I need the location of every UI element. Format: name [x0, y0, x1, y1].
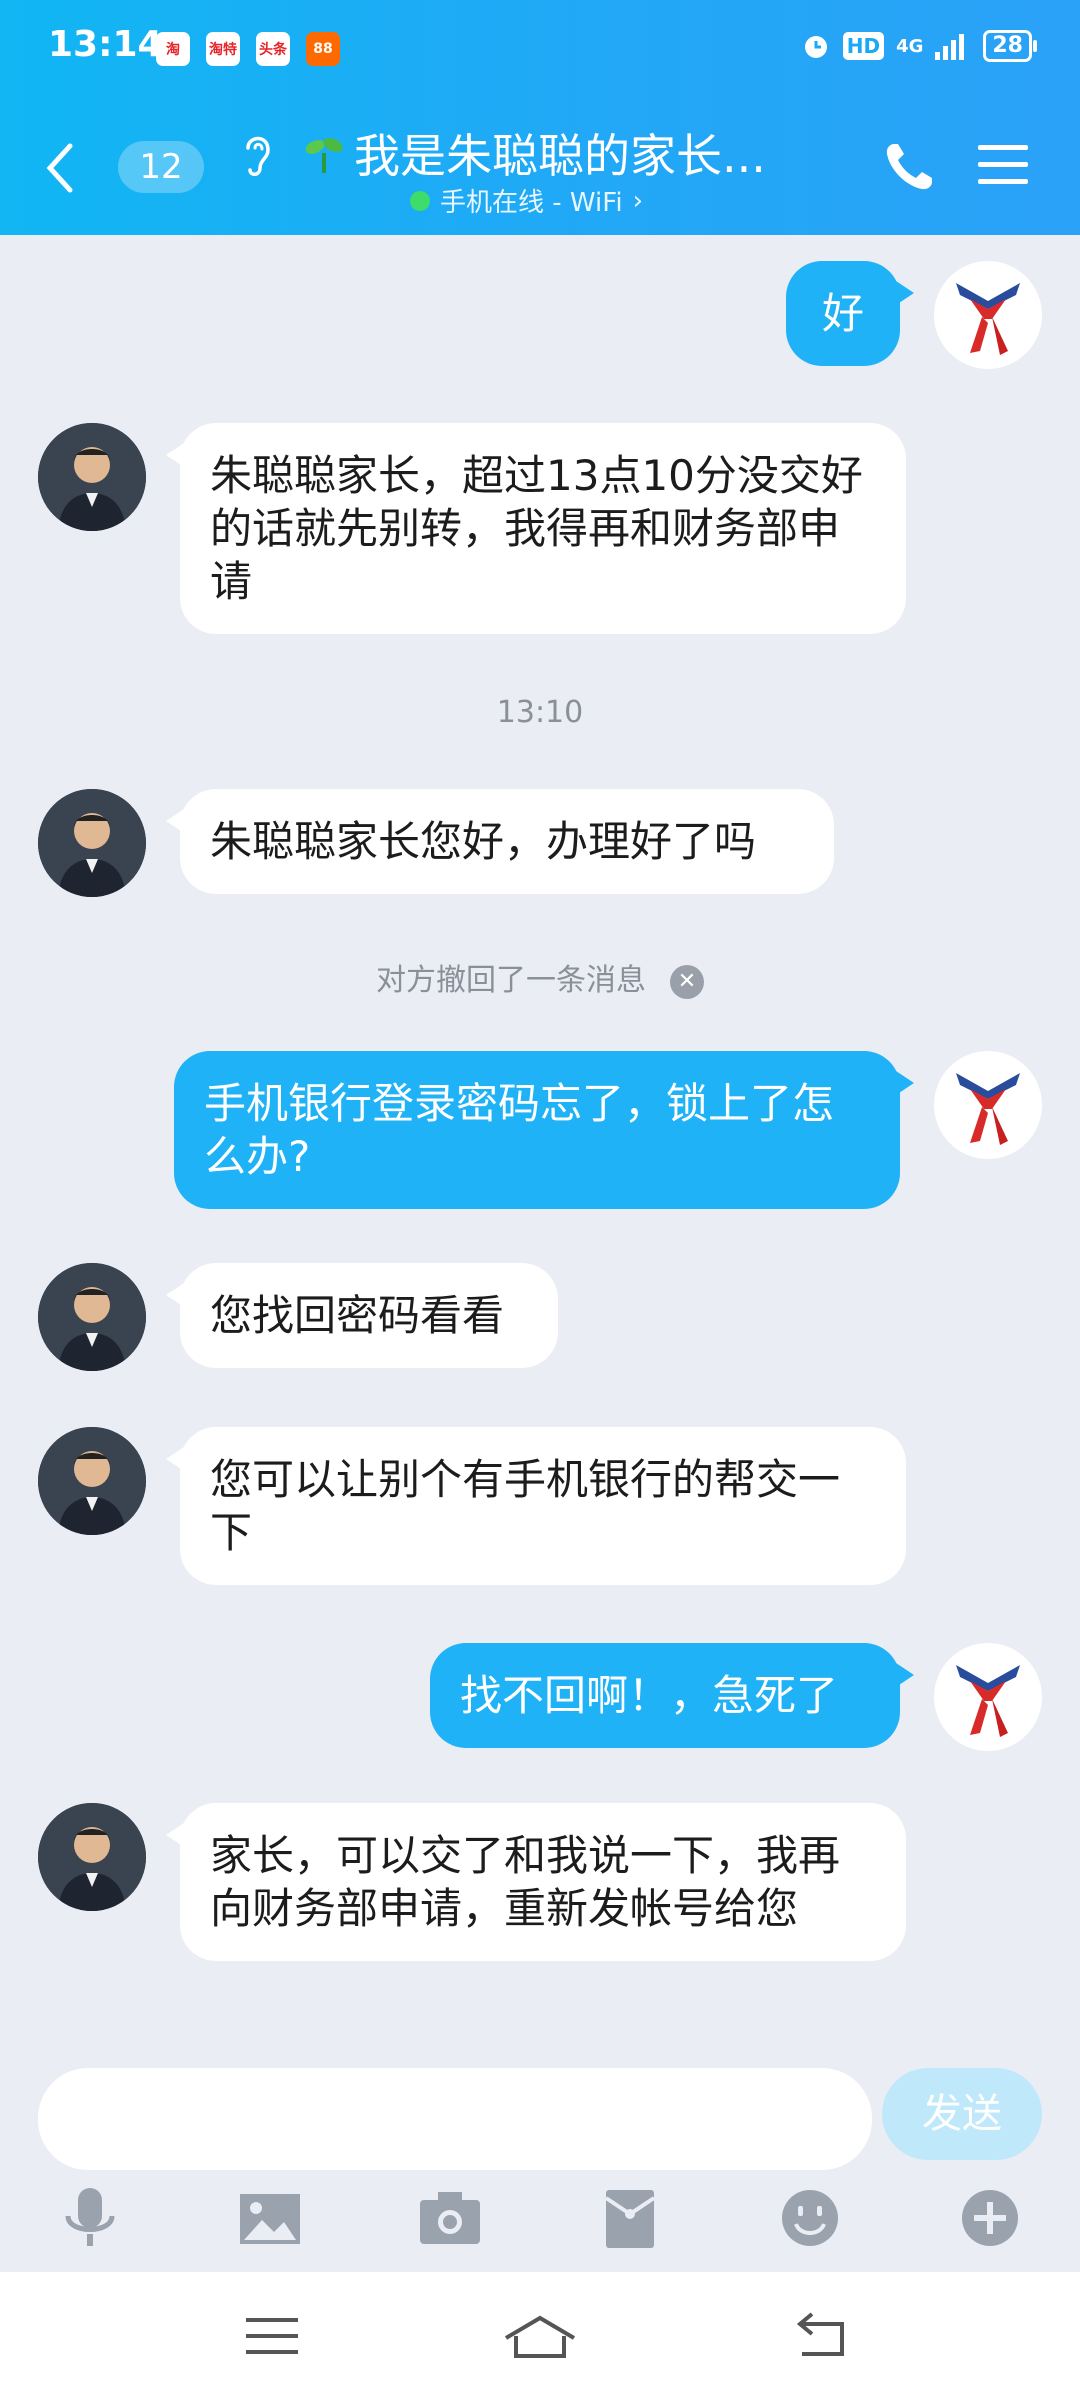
message-bubble-out[interactable]: 好 [786, 261, 914, 366]
recalled-message-text: 对方撤回了一条消息 [376, 963, 646, 998]
message-bubble-in[interactable]: 朱聪聪家长您好，办理好了吗 [166, 789, 834, 894]
image-icon[interactable] [238, 2184, 302, 2254]
my-avatar[interactable] [934, 261, 1042, 369]
message-bubble-in[interactable]: 家长，可以交了和我说一下，我再向财务部申请，重新发帐号给您 [166, 1803, 906, 1961]
teacher-photo-icon [38, 423, 146, 531]
microphone-icon[interactable] [58, 2184, 122, 2254]
red-scarf-avatar-icon [956, 1073, 1020, 1145]
signal-icon [935, 34, 965, 60]
app-88-icon: 88 [306, 32, 340, 66]
sprout-icon [305, 138, 343, 173]
message-bubble-in[interactable]: 您可以让别个有手机银行的帮交一下 [166, 1427, 906, 1585]
menu-button[interactable] [976, 142, 1030, 188]
close-icon[interactable]: ✕ [670, 964, 704, 999]
recalled-message-note: 对方撤回了一条消息 ✕ [0, 955, 1080, 999]
contact-avatar[interactable] [38, 1803, 146, 1911]
message-bubble-out[interactable]: 手机银行登录密码忘了，锁上了怎么办? [174, 1051, 914, 1209]
contact-avatar[interactable] [38, 1427, 146, 1535]
back-button[interactable] [40, 138, 80, 198]
plus-icon[interactable] [958, 2184, 1022, 2254]
red-packet-icon[interactable] [598, 2184, 662, 2254]
message-input[interactable] [38, 2068, 872, 2170]
alarm-icon [804, 36, 827, 58]
teacher-photo-icon [38, 1427, 146, 1535]
composer-toolbar [0, 2184, 1080, 2280]
contact-avatar[interactable] [38, 1263, 146, 1371]
toutiao-app-icon: 头条 [256, 32, 290, 66]
title-row[interactable]: 我是朱聪聪的家长... [302, 120, 766, 186]
menu-icon[interactable] [242, 2310, 302, 2362]
system-navigation-bar [0, 2272, 1080, 2400]
chat-header: 13:14 淘 淘特 头条 88 HD 4G 28 12 我是朱聪聪的家长...… [0, 0, 1080, 235]
back-icon[interactable] [792, 2310, 852, 2362]
online-status-text: 手机在线 - WiFi [440, 188, 623, 218]
online-status: 手机在线 - WiFi › [410, 182, 643, 219]
hd-badge: HD [842, 32, 885, 60]
red-scarf-avatar-icon [956, 1665, 1020, 1737]
taobao-app-icon: 淘 [156, 32, 190, 66]
unread-count-badge[interactable]: 12 [118, 141, 204, 193]
battery-icon: 28 [983, 30, 1037, 62]
message-bubble-in[interactable]: 朱聪聪家长，超过13点10分没交好的话就先别转，我得再和财务部申请 [166, 423, 906, 634]
network-label: 4G [896, 35, 924, 57]
status-right: HD 4G 28 [801, 30, 1037, 62]
teacher-photo-icon [38, 789, 146, 897]
chat-title: 我是朱聪聪的家长... [354, 129, 766, 183]
send-button[interactable]: 发送 [882, 2068, 1042, 2160]
my-avatar[interactable] [934, 1643, 1042, 1751]
chevron-right-icon: › [632, 185, 643, 216]
emoji-icon[interactable] [778, 2184, 842, 2254]
contact-avatar[interactable] [38, 789, 146, 897]
teacher-photo-icon [38, 1803, 146, 1911]
taote-app-icon: 淘特 [206, 32, 240, 66]
teacher-photo-icon [38, 1263, 146, 1371]
status-time: 13:14 [48, 24, 163, 65]
message-list[interactable]: 好 朱聪聪家长，超过13点10分没交好的话就先别转，我得再和财务部申请 13:1… [0, 235, 1080, 2055]
online-dot-icon [410, 190, 430, 211]
message-bubble-in[interactable]: 您找回密码看看 [166, 1263, 558, 1368]
contact-avatar[interactable] [38, 423, 146, 531]
message-timestamp: 13:10 [496, 695, 584, 730]
earpiece-mode-icon[interactable] [240, 128, 274, 180]
home-icon[interactable] [502, 2310, 578, 2362]
status-app-icons: 淘 淘特 头条 88 [156, 32, 340, 66]
red-scarf-avatar-icon [956, 283, 1020, 355]
message-bubble-out[interactable]: 找不回啊！，急死了 [430, 1643, 914, 1748]
phone-call-button[interactable] [880, 138, 938, 196]
my-avatar[interactable] [934, 1051, 1042, 1159]
camera-icon[interactable] [418, 2184, 482, 2254]
